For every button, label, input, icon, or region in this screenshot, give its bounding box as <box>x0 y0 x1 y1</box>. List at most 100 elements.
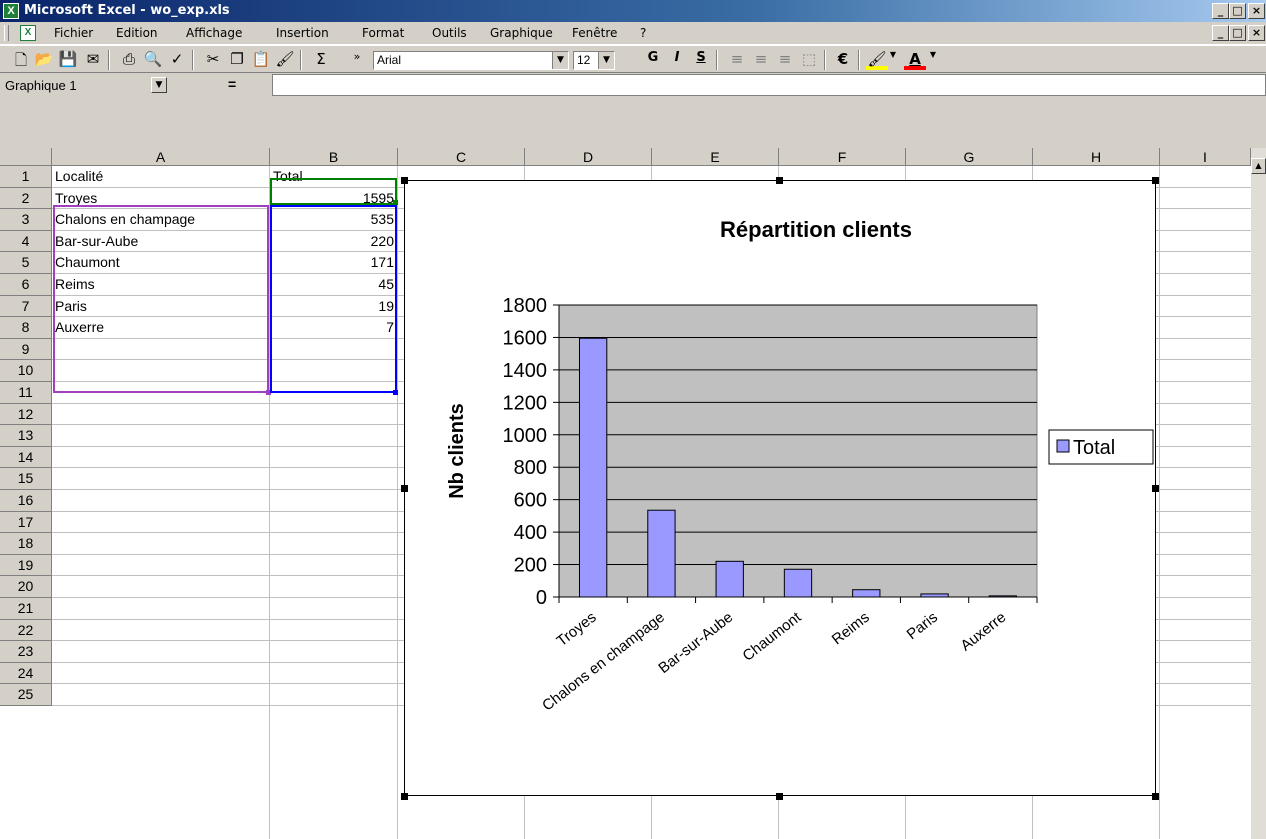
underline-button[interactable]: S <box>690 50 712 70</box>
chart-resize-handle[interactable] <box>776 793 783 800</box>
row-header-22[interactable]: 22 <box>0 619 52 642</box>
menu-insertion[interactable]: Insertion <box>276 26 329 40</box>
fill-color-icon[interactable]: 🖌 <box>866 50 888 70</box>
merge-center-icon[interactable]: ⬚ <box>798 50 820 70</box>
menu-help[interactable]: ? <box>640 26 646 40</box>
cell-a1[interactable]: Localité <box>55 165 266 187</box>
chevron-down-icon[interactable]: ▼ <box>552 52 568 69</box>
align-center-icon[interactable]: ≡ <box>750 50 772 70</box>
menu-format[interactable]: Format <box>362 26 404 40</box>
row-header-24[interactable]: 24 <box>0 662 52 685</box>
bold-button[interactable]: G <box>642 50 664 70</box>
row-header-7[interactable]: 7 <box>0 295 52 318</box>
chart-resize-handle[interactable] <box>1152 793 1159 800</box>
font-color-icon[interactable]: A <box>904 50 926 70</box>
row-header-8[interactable]: 8 <box>0 317 52 339</box>
workbook-icon[interactable]: X <box>20 25 36 41</box>
font-size-combo[interactable]: 12 ▼ <box>573 51 615 70</box>
row-header-2[interactable]: 2 <box>0 187 52 210</box>
chevron-down-icon[interactable]: ▼ <box>151 77 167 93</box>
column-header-e[interactable]: E <box>652 148 779 166</box>
menu-outils[interactable]: Outils <box>432 26 467 40</box>
column-header-f[interactable]: F <box>779 148 906 166</box>
row-header-18[interactable]: 18 <box>0 533 52 555</box>
column-header-i[interactable]: I <box>1160 148 1251 166</box>
scroll-up-icon[interactable]: ▲ <box>1251 158 1266 174</box>
row-header-19[interactable]: 19 <box>0 554 52 577</box>
save-icon[interactable]: 💾 <box>57 50 79 70</box>
close-button[interactable]: × <box>1248 3 1265 19</box>
permission-icon[interactable]: ✉ <box>82 50 104 70</box>
minimize-button[interactable]: _ <box>1212 3 1229 19</box>
formula-equals-button[interactable]: = <box>228 76 236 92</box>
new-document-icon[interactable]: 🗋 <box>10 50 32 70</box>
italic-button[interactable]: I <box>666 50 688 70</box>
column-header-c[interactable]: C <box>398 148 525 166</box>
doc-minimize-button[interactable]: _ <box>1212 25 1229 41</box>
column-header-d[interactable]: D <box>525 148 652 166</box>
name-box[interactable]: Graphique 1 ▼ <box>3 76 181 95</box>
row-header-25[interactable]: 25 <box>0 684 52 706</box>
print-icon[interactable]: ⎙ <box>118 50 140 70</box>
chart-resize-handle[interactable] <box>776 177 783 184</box>
row-header-5[interactable]: 5 <box>0 252 52 274</box>
vertical-scrollbar[interactable]: ▲ <box>1251 148 1266 839</box>
chevron-down-icon[interactable]: ▼ <box>928 50 938 70</box>
select-all-corner[interactable] <box>0 148 52 166</box>
title-bar[interactable]: X Microsoft Excel - wo_exp.xls _ □ × <box>0 0 1266 22</box>
doc-restore-button[interactable]: □ <box>1229 25 1246 41</box>
euro-currency-button[interactable]: € <box>832 50 854 70</box>
chevron-down-icon[interactable]: ▼ <box>888 50 898 70</box>
chart-resize-handle[interactable] <box>1152 485 1159 492</box>
row-header-23[interactable]: 23 <box>0 641 52 663</box>
row-header-20[interactable]: 20 <box>0 576 52 598</box>
chart-resize-handle[interactable] <box>401 793 408 800</box>
row-header-21[interactable]: 21 <box>0 598 52 620</box>
column-header-b[interactable]: B <box>270 148 398 166</box>
format-painter-icon[interactable]: 🖌 <box>274 50 296 70</box>
row-header-14[interactable]: 14 <box>0 446 52 469</box>
column-header-g[interactable]: G <box>906 148 1033 166</box>
align-left-icon[interactable]: ≡ <box>726 50 748 70</box>
align-right-icon[interactable]: ≡ <box>774 50 796 70</box>
chart-resize-handle[interactable] <box>401 177 408 184</box>
row-header-1[interactable]: 1 <box>0 166 52 188</box>
row-header-16[interactable]: 16 <box>0 490 52 512</box>
row-header-12[interactable]: 12 <box>0 403 52 426</box>
row-header-17[interactable]: 17 <box>0 511 52 534</box>
row-header-9[interactable]: 9 <box>0 338 52 361</box>
toolbar-overflow-icon[interactable]: » <box>346 50 368 70</box>
cut-icon[interactable]: ✂ <box>202 50 224 70</box>
range-handle[interactable] <box>393 390 398 395</box>
formula-input[interactable] <box>272 74 1266 96</box>
menu-fichier[interactable]: Fichier <box>54 26 93 40</box>
row-header-13[interactable]: 13 <box>0 425 52 447</box>
chart-resize-handle[interactable] <box>1152 177 1159 184</box>
menu-grip[interactable] <box>4 25 9 41</box>
excel-app-icon[interactable]: X <box>3 3 19 19</box>
open-folder-icon[interactable]: 📂 <box>33 50 55 70</box>
menu-fenetre[interactable]: Fenêtre <box>572 26 617 40</box>
chevron-down-icon[interactable]: ▼ <box>598 52 614 69</box>
row-header-11[interactable]: 11 <box>0 382 52 404</box>
autosum-icon[interactable]: Σ <box>310 50 332 70</box>
font-name-combo[interactable]: Arial ▼ <box>373 51 569 70</box>
copy-icon[interactable]: ❐ <box>226 50 248 70</box>
menu-graphique[interactable]: Graphique <box>490 26 553 40</box>
spellcheck-icon[interactable]: ✓ <box>166 50 188 70</box>
column-header-a[interactable]: A <box>52 148 270 166</box>
doc-close-button[interactable]: × <box>1248 25 1265 41</box>
print-preview-icon[interactable]: 🔍 <box>142 50 164 70</box>
row-header-3[interactable]: 3 <box>0 209 52 231</box>
row-header-10[interactable]: 10 <box>0 360 52 382</box>
row-header-15[interactable]: 15 <box>0 468 52 490</box>
maximize-button[interactable]: □ <box>1229 3 1246 19</box>
menu-edition[interactable]: Edition <box>116 26 158 40</box>
embedded-chart[interactable]: Répartition clients 0 200 400 600 800 1000 1200… <box>404 180 1156 796</box>
paste-icon[interactable]: 📋 <box>250 50 272 70</box>
menu-affichage[interactable]: Affichage <box>186 26 242 40</box>
row-header-6[interactable]: 6 <box>0 274 52 296</box>
chart-resize-handle[interactable] <box>401 485 408 492</box>
column-header-h[interactable]: H <box>1033 148 1160 166</box>
row-header-4[interactable]: 4 <box>0 230 52 253</box>
